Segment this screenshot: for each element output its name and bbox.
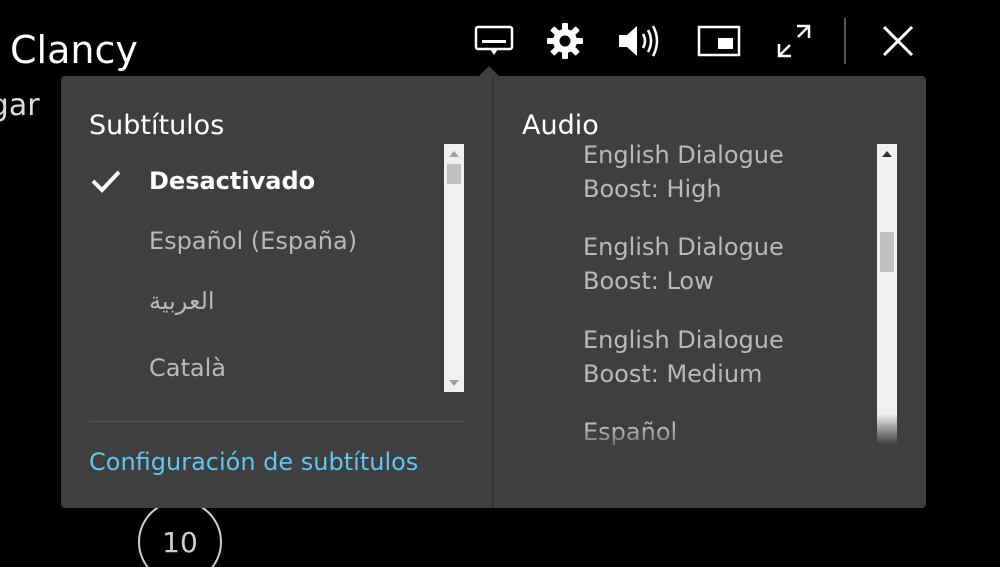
subtitles-scrollbar[interactable] (444, 144, 464, 392)
subtitles-scroll-thumb[interactable] (447, 164, 461, 184)
scroll-up-icon[interactable] (877, 144, 897, 162)
subtitles-list: Desactivado Español (España) العربية Cat… (89, 154, 439, 394)
volume-icon (619, 25, 659, 57)
settings-button[interactable] (540, 16, 590, 66)
subtitles-icon (474, 25, 514, 55)
subtitle-option-label: العربية (149, 287, 215, 315)
audio-scrollbar[interactable] (877, 144, 897, 444)
audio-option-dialogue-boost-high[interactable]: English Dialogue Boost: High (583, 138, 873, 206)
subtitle-option-label: Desactivado (149, 167, 316, 195)
subtitle-option-catalan[interactable]: Català (89, 343, 439, 393)
audio-option-dialogue-boost-low[interactable]: English Dialogue Boost: Low (583, 230, 873, 298)
subtitle-option-label: Español (España) (149, 227, 358, 255)
fullscreen-icon (777, 24, 811, 58)
audio-option-dialogue-boost-medium[interactable]: English Dialogue Boost: Medium (583, 323, 873, 391)
close-button[interactable] (873, 16, 923, 66)
close-icon (882, 25, 914, 57)
subtitle-option-off[interactable]: Desactivado (89, 156, 439, 206)
panel-divider (492, 76, 494, 508)
check-icon (89, 156, 149, 206)
audio-option-line1: English Dialogue (583, 141, 784, 169)
audio-option-spanish[interactable]: Español (583, 415, 873, 449)
subtitles-audio-panel: Subtítulos Desactivado Español (España) … (61, 76, 926, 508)
gear-icon (547, 23, 583, 59)
subtitle-option-label: Català (149, 354, 226, 382)
video-title: Clancy (10, 28, 138, 72)
video-subtitle: rgar (0, 88, 40, 123)
subtitles-divider (89, 421, 464, 422)
toolbar-separator (844, 18, 846, 64)
audio-option-line2: Boost: Low (583, 267, 714, 295)
audio-option-line1: English Dialogue (583, 233, 784, 261)
subtitle-option-spanish-spain[interactable]: Español (España) (89, 216, 439, 266)
audio-option-line1: English Dialogue (583, 326, 784, 354)
audio-scroll-thumb[interactable] (880, 232, 894, 272)
volume-button[interactable] (614, 16, 664, 66)
audio-option-line2: Boost: Medium (583, 360, 763, 388)
audio-list: English Dialogue Boost: High English Dia… (583, 138, 873, 458)
subtitles-button[interactable] (469, 16, 519, 66)
picture-in-picture-icon (697, 25, 741, 57)
picture-in-picture-button[interactable] (694, 16, 744, 66)
replay-seconds: 10 (162, 525, 198, 559)
subtitle-option-arabic[interactable]: العربية (89, 276, 439, 326)
audio-option-line1: Español (583, 418, 678, 446)
audio-option-line2: Boost: High (583, 175, 722, 203)
video-player: Clancy rgar (0, 0, 1000, 567)
audio-title: Audio (522, 110, 599, 141)
subtitles-title: Subtítulos (89, 110, 225, 141)
fullscreen-button[interactable] (769, 16, 819, 66)
scroll-up-icon[interactable] (444, 144, 464, 162)
replay-10-button[interactable]: 10 (138, 500, 222, 567)
scroll-down-icon[interactable] (444, 374, 464, 392)
subtitle-settings-link[interactable]: Configuración de subtítulos (89, 448, 418, 476)
